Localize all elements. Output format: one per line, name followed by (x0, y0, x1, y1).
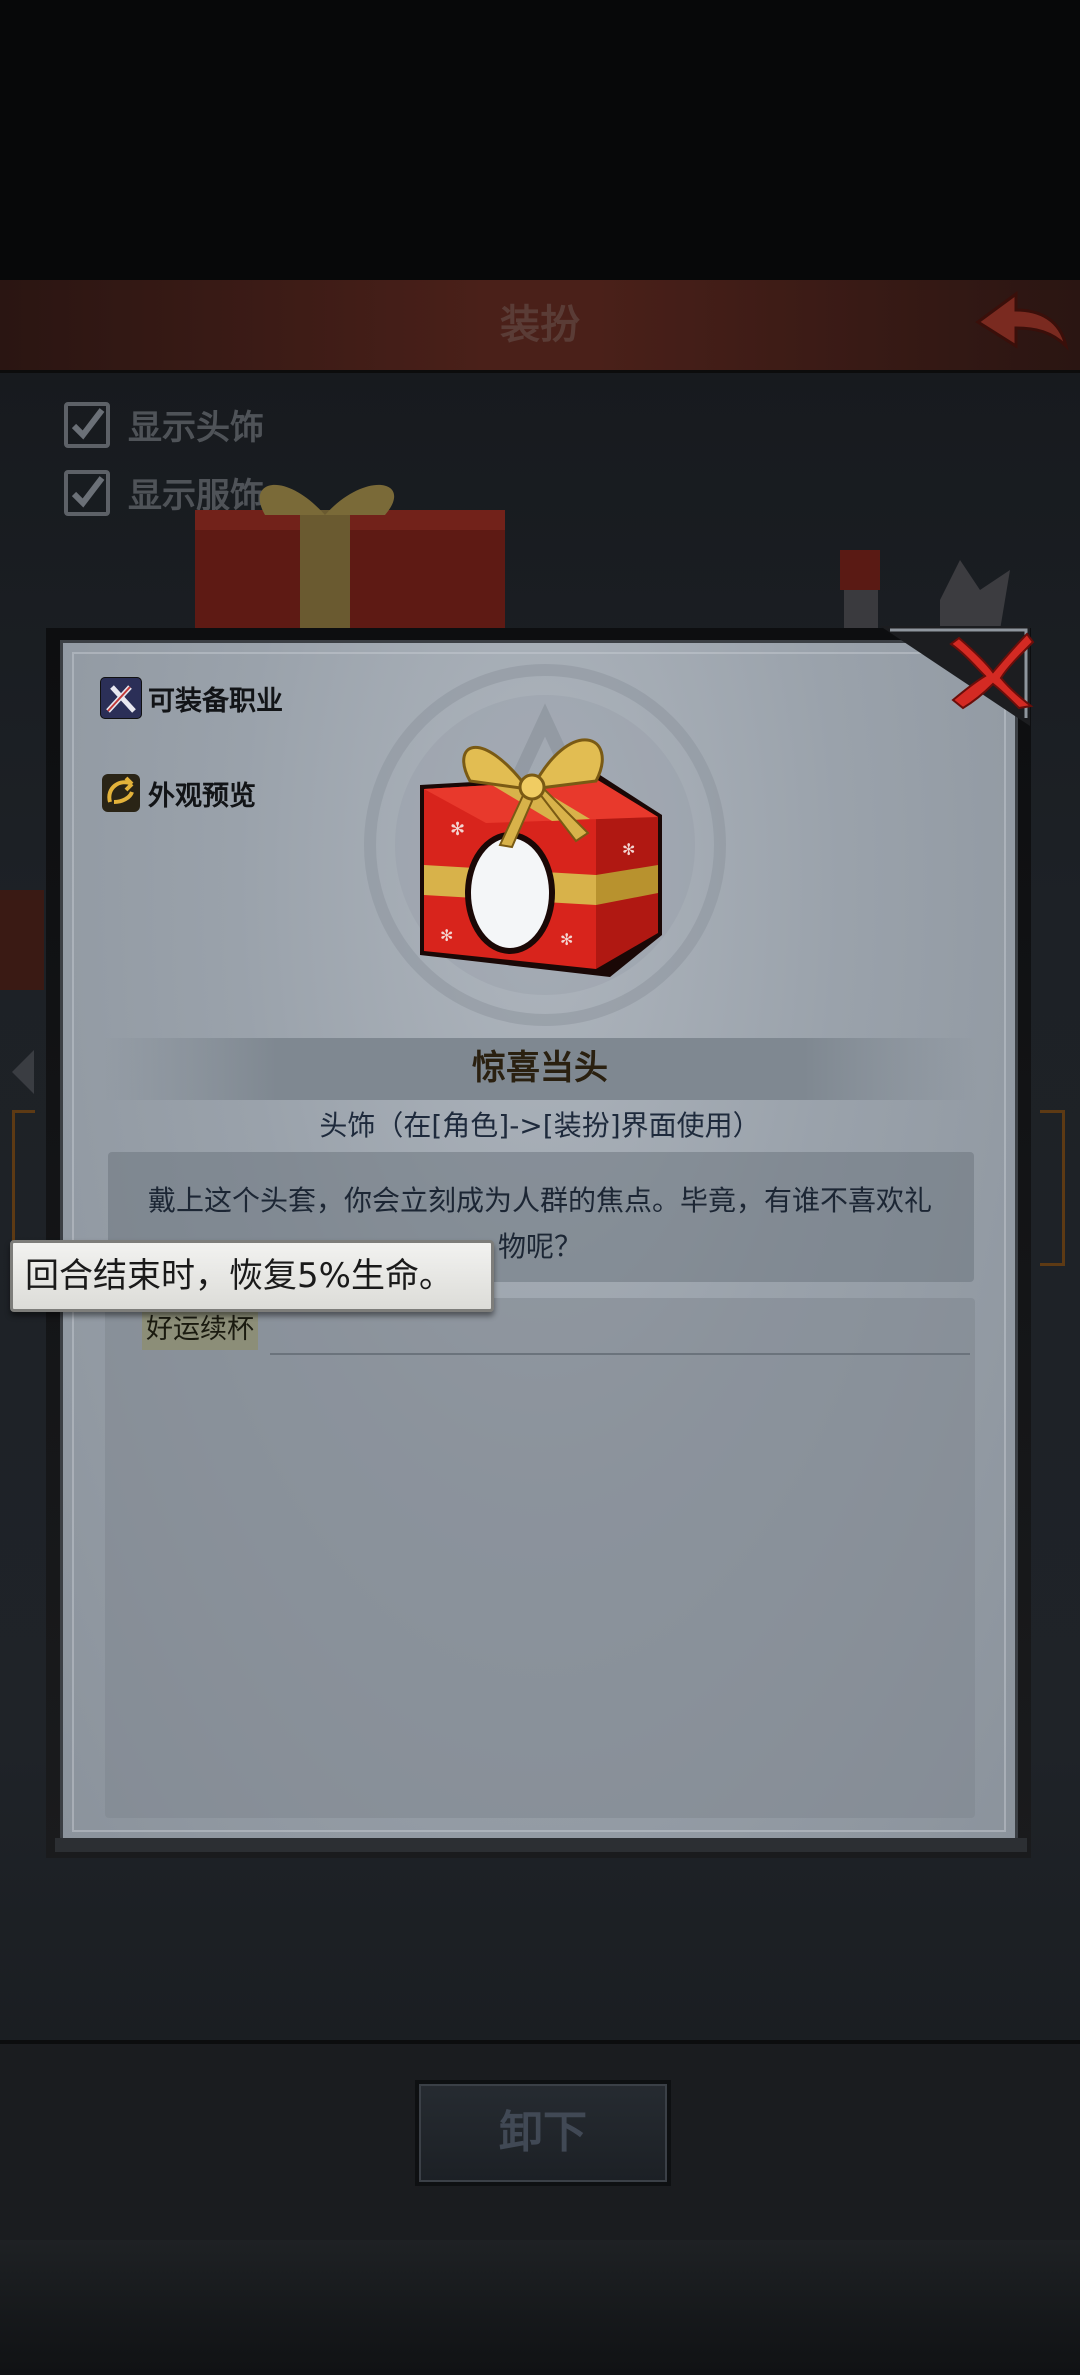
close-icon[interactable] (945, 628, 1035, 710)
toggle-show-headwear[interactable]: 显示头饰 (64, 400, 264, 449)
item-type-line: 头饰（在[角色]->[装扮]界面使用） (319, 1109, 761, 1142)
side-menu-equip-class[interactable]: 可装备职业 (100, 677, 283, 719)
svg-text:✻: ✻ (560, 930, 573, 949)
side-menu-label: 外观预览 (148, 780, 256, 812)
side-tab[interactable] (0, 890, 44, 990)
svg-text:✻: ✻ (622, 840, 635, 859)
checkbox-icon[interactable] (64, 401, 110, 448)
svg-text:✻: ✻ (450, 819, 465, 840)
left-arrow-icon[interactable] (12, 1050, 34, 1094)
side-menu-label: 可装备职业 (148, 685, 283, 717)
bottom-floor (0, 2240, 1080, 2375)
gift-box-headwear-icon: ✻ ✻ ✻ ✻ (420, 738, 662, 977)
appearance-preview-icon (102, 774, 140, 812)
toggle-label: 显示头饰 (128, 408, 264, 448)
effect-tooltip: 回合结束时，恢复5%生命。 (10, 1240, 494, 1312)
svg-text:✻: ✻ (440, 926, 453, 945)
background-gift-icon (195, 484, 505, 630)
slot-frame-right (1040, 1110, 1065, 1266)
back-arrow-icon[interactable] (970, 288, 1070, 358)
unequip-button[interactable]: 卸下 (415, 2080, 671, 2186)
effects-divider (270, 1353, 970, 1355)
side-menu-appearance-preview[interactable]: 外观预览 (100, 772, 256, 814)
effects-panel (105, 1298, 975, 1818)
background-character-icon (840, 550, 1010, 630)
checkbox-icon[interactable] (64, 469, 110, 516)
sword-class-icon (100, 677, 142, 719)
item-name: 惊喜当头 (472, 1048, 608, 1088)
effect-name-tag[interactable]: 好运续杯 (142, 1310, 258, 1350)
dialog-bottom-rail (55, 1838, 1027, 1852)
page-title: 装扮 (500, 302, 580, 348)
